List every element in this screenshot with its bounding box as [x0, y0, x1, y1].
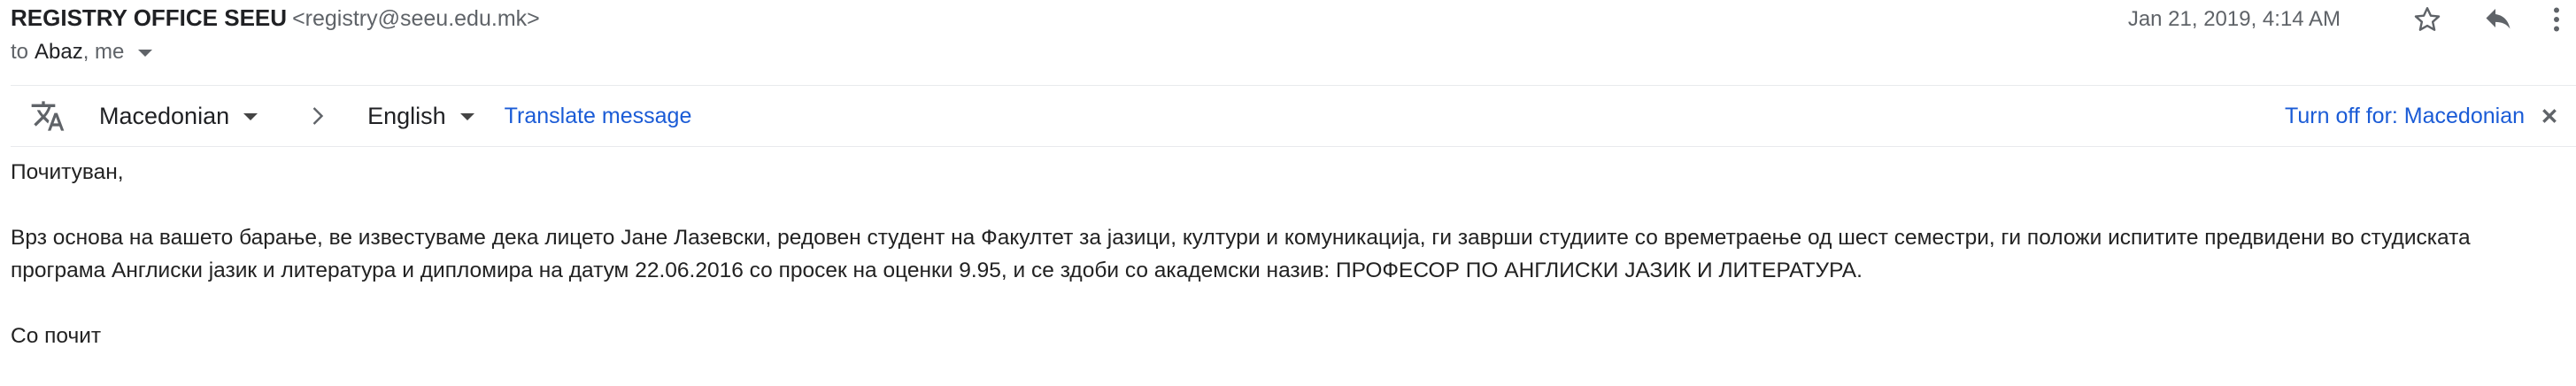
- target-language-label: English: [367, 102, 446, 129]
- email-view: REGISTRY OFFICE SEEU <registry@seeu.edu.m…: [0, 0, 2576, 386]
- sender-name[interactable]: REGISTRY OFFICE SEEU: [11, 4, 287, 31]
- message-date: Jan 21, 2019, 4:14 AM: [2127, 7, 2341, 31]
- turn-off-link[interactable]: Turn off for: Macedonian: [2285, 104, 2525, 129]
- recipients-line: to Abaz, me: [11, 38, 153, 66]
- message-body: Почитуван, Врз основа на вашето барање, …: [11, 156, 2549, 352]
- target-language-select[interactable]: English: [367, 103, 474, 130]
- body-paragraph: Врз основа на вашето барање, ве известув…: [11, 226, 2471, 282]
- recipient-name: Abaz: [35, 40, 83, 64]
- show-details-caret-icon[interactable]: [138, 50, 153, 57]
- sender-email: <registry@seeu.edu.mk>: [292, 6, 540, 31]
- translate-bar: Macedonian English Translate message Tur…: [11, 85, 2576, 147]
- close-icon[interactable]: [2541, 107, 2558, 125]
- sender-line: REGISTRY OFFICE SEEU <registry@seeu.edu.m…: [11, 4, 540, 33]
- header-actions: Jan 21, 2019, 4:14 AM: [2128, 0, 2576, 39]
- greeting-text: Почитуван,: [11, 160, 124, 184]
- recipient-tail: , me: [82, 40, 125, 64]
- translate-message-link[interactable]: Translate message: [505, 104, 692, 129]
- source-language-select[interactable]: Macedonian: [99, 103, 258, 130]
- chevron-right-icon: [309, 105, 327, 127]
- source-language-label: Macedonian: [99, 102, 230, 129]
- to-label: to: [11, 40, 29, 64]
- turn-off-translation: Turn off for: Macedonian: [2285, 86, 2558, 146]
- star-icon[interactable]: [2408, 0, 2447, 39]
- translate-icon: [28, 96, 67, 135]
- target-language-caret-icon: [459, 113, 474, 120]
- message-header: REGISTRY OFFICE SEEU <registry@seeu.edu.m…: [11, 0, 2576, 80]
- source-language-caret-icon: [243, 113, 258, 120]
- more-vert-icon[interactable]: [2537, 0, 2576, 39]
- closing-text: Со почит: [11, 324, 102, 348]
- reply-icon[interactable]: [2479, 0, 2518, 39]
